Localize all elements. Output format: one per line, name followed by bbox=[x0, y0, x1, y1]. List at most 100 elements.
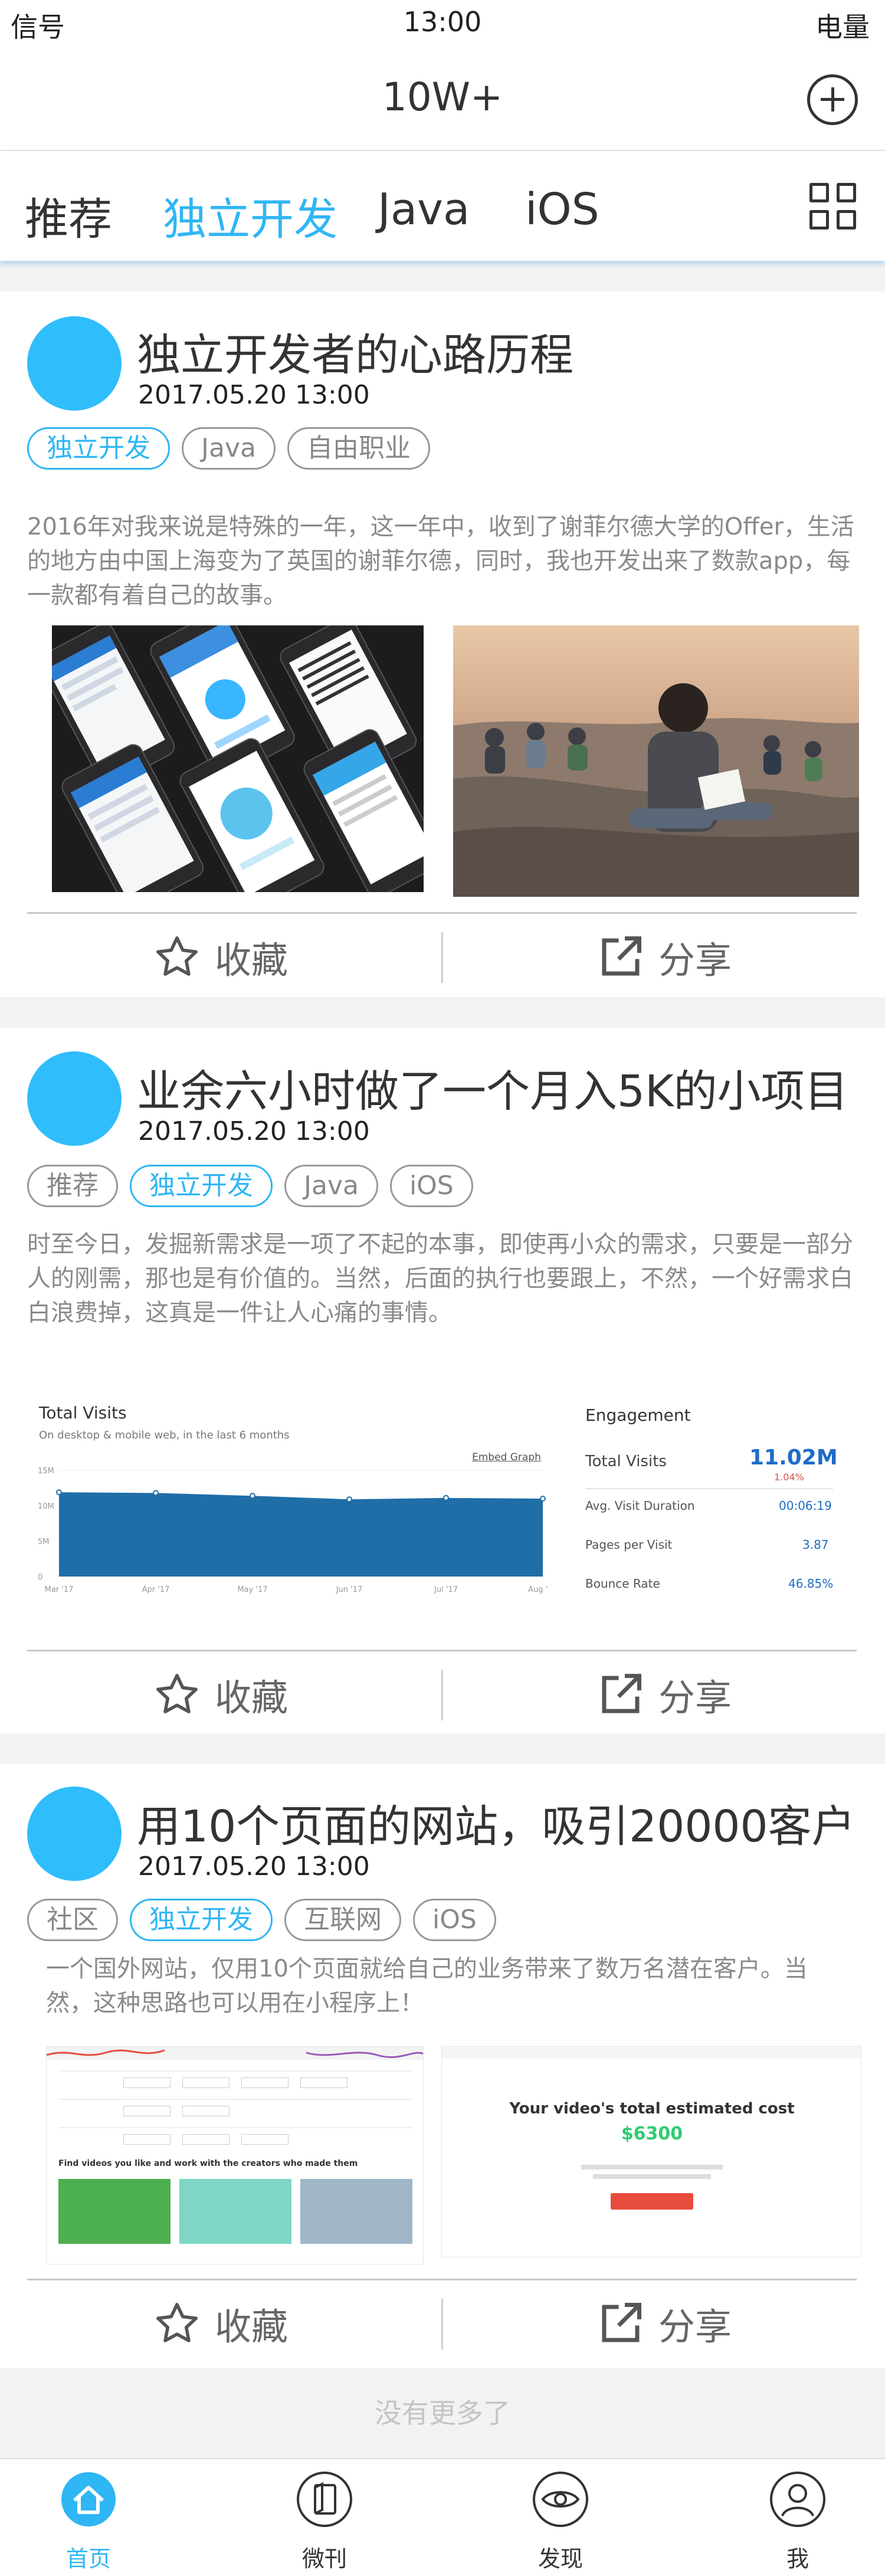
tag[interactable]: iOS bbox=[389, 1165, 473, 1207]
card-divider bbox=[27, 1650, 857, 1651]
article-title[interactable]: 独立开发者的心路历程 bbox=[137, 320, 573, 383]
y-tick-label: 10M bbox=[38, 1502, 54, 1511]
visits-area bbox=[59, 1492, 543, 1577]
tab-java[interactable]: Java bbox=[378, 184, 470, 235]
cost-heading: Your video's total estimated cost bbox=[509, 2100, 795, 2118]
tag[interactable]: 独立开发 bbox=[130, 1165, 273, 1207]
avatar[interactable] bbox=[27, 1051, 122, 1146]
tag[interactable]: 独立开发 bbox=[130, 1899, 273, 1941]
text-line bbox=[581, 2165, 723, 2169]
article-datetime: 2017.05.20 13:00 bbox=[138, 380, 370, 410]
tag-list: 推荐 独立开发 Java iOS bbox=[27, 1165, 473, 1208]
analytics-image[interactable]: Total Visits On desktop & mobile web, in… bbox=[35, 1400, 856, 1618]
engagement-row-label: Bounce Rate bbox=[585, 1577, 660, 1591]
navigation-bar: 10W+ bbox=[0, 50, 885, 151]
form-grid bbox=[58, 2070, 412, 2153]
tag-list: 独立开发 Java 自由职业 bbox=[27, 427, 430, 471]
x-tick-label: Mar '17 bbox=[45, 1585, 74, 1594]
x-tick-label: May '17 bbox=[237, 1585, 267, 1594]
tab-me[interactable]: 我 bbox=[750, 2470, 845, 2573]
eye-icon bbox=[533, 2472, 588, 2527]
embed-graph-link[interactable]: Embed Graph bbox=[472, 1451, 541, 1463]
tab-magazine[interactable]: 微刊 bbox=[277, 2470, 372, 2573]
engagement-row-value: 00:06:19 bbox=[779, 1499, 832, 1513]
x-tick-label: Jun '17 bbox=[336, 1585, 363, 1594]
y-tick-label: 5M bbox=[38, 1538, 50, 1546]
plus-circle-icon[interactable] bbox=[807, 74, 858, 125]
tag[interactable]: 独立开发 bbox=[27, 427, 170, 470]
article-summary: 时至今日，发掘新需求是一项了不起的本事，即使再小众的需求，只要是一部分人的刚需，… bbox=[27, 1231, 853, 1326]
y-tick-label: 0 bbox=[38, 1573, 42, 1582]
clock-text: 13:00 bbox=[403, 6, 482, 38]
share-button[interactable]: 分享 bbox=[596, 1665, 732, 1724]
tab-discover[interactable]: 发现 bbox=[513, 2470, 608, 2573]
share-icon bbox=[602, 1674, 641, 1713]
action-separator bbox=[441, 932, 443, 983]
visits-subtitle: On desktop & mobile web, in the last 6 m… bbox=[39, 1429, 290, 1441]
y-tick-label: 15M bbox=[38, 1467, 54, 1476]
card-divider bbox=[27, 912, 857, 914]
app-screenshots-image[interactable] bbox=[52, 625, 424, 892]
share-icon bbox=[602, 2303, 641, 2342]
data-point bbox=[250, 1493, 255, 1499]
tab-indie-dev[interactable]: 独立开发 bbox=[163, 184, 337, 247]
tag-list: 社区 独立开发 互联网 iOS bbox=[27, 1899, 496, 1942]
article-title[interactable]: 用10个页面的网站，吸引20000客户 bbox=[137, 1791, 856, 1854]
grid-icon[interactable] bbox=[809, 183, 857, 230]
tag[interactable]: iOS bbox=[413, 1899, 496, 1941]
star-icon bbox=[156, 1674, 198, 1713]
article-summary: 2016年对我来说是特殊的一年，这一年中，收到了谢菲尔德大学的Offer，生活的… bbox=[27, 513, 854, 609]
tab-home[interactable]: 首页 bbox=[41, 2470, 136, 2573]
article-datetime: 2017.05.20 13:00 bbox=[138, 1851, 370, 1882]
share-label: 分享 bbox=[658, 939, 732, 982]
tag[interactable]: Java bbox=[284, 1165, 378, 1207]
article-summary: 一个国外网站，仅用10个页面就给自己的业务带来了数万名潜在客户。当然，这种思路也… bbox=[46, 1955, 808, 2017]
website-screenshot-left[interactable]: Find videos you like and work with the c… bbox=[46, 2046, 424, 2264]
avatar[interactable] bbox=[27, 1787, 122, 1881]
total-visits-label: Total Visits bbox=[585, 1453, 667, 1470]
favorite-button[interactable]: 收藏 bbox=[152, 1665, 288, 1724]
card-divider bbox=[27, 2279, 857, 2280]
data-point bbox=[153, 1490, 159, 1496]
tag[interactable]: 社区 bbox=[27, 1899, 118, 1941]
people-on-rocks-photo[interactable] bbox=[453, 625, 859, 897]
tab-magazine-label: 微刊 bbox=[301, 2546, 347, 2572]
tag[interactable]: 自由职业 bbox=[287, 427, 430, 470]
engagement-row-value: 3.87 bbox=[802, 1538, 829, 1552]
tag[interactable]: 互联网 bbox=[284, 1899, 401, 1941]
category-tab-bar: 推荐 独立开发 Java iOS bbox=[0, 151, 885, 261]
article-title[interactable]: 业余六小时做了一个月入5K的小项目 bbox=[137, 1056, 848, 1119]
tab-me-label: 我 bbox=[786, 2546, 809, 2572]
article-card[interactable]: 业余六小时做了一个月入5K的小项目 2017.05.20 13:00 推荐 独立… bbox=[0, 1028, 885, 1733]
article-card[interactable]: 用10个页面的网站，吸引20000客户 2017.05.20 13:00 社区 … bbox=[0, 1764, 885, 2368]
tag[interactable]: Java bbox=[182, 427, 276, 470]
browser-bar bbox=[442, 2047, 861, 2059]
action-separator bbox=[441, 1670, 443, 1720]
tag[interactable]: 推荐 bbox=[27, 1165, 118, 1207]
engagement-row-label: Avg. Visit Duration bbox=[585, 1499, 695, 1513]
share-label: 分享 bbox=[658, 1676, 732, 1719]
cost-value: $6300 bbox=[621, 2123, 683, 2144]
share-icon bbox=[602, 936, 641, 976]
share-button[interactable]: 分享 bbox=[596, 2294, 732, 2353]
favorite-button[interactable]: 收藏 bbox=[152, 928, 288, 987]
website-screenshot-right[interactable]: Your video's total estimated cost $6300 bbox=[441, 2046, 861, 2257]
magazine-icon bbox=[297, 2472, 352, 2527]
avatar[interactable] bbox=[27, 316, 122, 411]
favorite-button[interactable]: 收藏 bbox=[152, 2294, 288, 2353]
web-heading: Find videos you like and work with the c… bbox=[58, 2159, 358, 2168]
share-button[interactable]: 分享 bbox=[596, 928, 732, 987]
data-point bbox=[540, 1496, 546, 1502]
favorite-label: 收藏 bbox=[215, 939, 289, 982]
total-visits-value: 11.02M bbox=[749, 1446, 838, 1470]
article-card[interactable]: 独立开发者的心路历程 2017.05.20 13:00 独立开发 Java 自由… bbox=[0, 291, 885, 997]
tab-discover-label: 发现 bbox=[537, 2546, 583, 2572]
cta-button bbox=[611, 2193, 693, 2210]
x-tick-label: Aug '17 bbox=[528, 1585, 549, 1594]
tab-recommend[interactable]: 推荐 bbox=[25, 184, 112, 247]
video-thumb-2 bbox=[179, 2179, 291, 2244]
tab-ios[interactable]: iOS bbox=[525, 184, 599, 235]
x-tick-label: Apr '17 bbox=[142, 1585, 170, 1594]
total-visits-change: 1.04% bbox=[774, 1471, 804, 1483]
visits-title: Total Visits bbox=[39, 1403, 127, 1423]
